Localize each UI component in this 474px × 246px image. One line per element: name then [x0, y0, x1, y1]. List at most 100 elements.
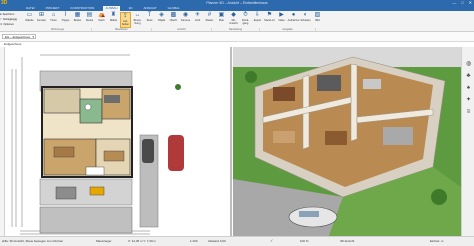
car-dark — [142, 139, 154, 163]
car-red — [168, 135, 184, 171]
room-bath — [79, 98, 103, 124]
ribbon-icon: ◉ — [182, 12, 189, 18]
vertical-ruler — [0, 47, 5, 236]
ribbon-button-label: Boden — [73, 19, 82, 22]
ribbon-button-label: 3D-Ansicht — [229, 19, 238, 25]
ribbon-button-raster[interactable]: # Raster — [204, 12, 215, 28]
ribbon-button-fenster[interactable]: ⊞ Fenster — [36, 12, 47, 28]
layers-icon[interactable]: ≡ — [465, 109, 472, 116]
ribbon-icon: ⛺ — [98, 12, 106, 18]
quick-options-label: Optionen — [3, 23, 14, 26]
ribbon-button-3d-ansicht[interactable]: ◆ 3D-Ansicht — [228, 12, 239, 28]
ribbon-button-label: Stand-ort — [264, 19, 275, 22]
ribbon-button-rund-gang[interactable]: ⥁ Rund-gang — [240, 12, 251, 28]
ribbon-button-label: Bema-ßung — [133, 19, 142, 25]
terrace-bottom — [39, 178, 133, 206]
car-window — [299, 211, 319, 217]
ribbon-icon: ⥁ — [243, 12, 248, 18]
check-icon[interactable]: ✓ — [270, 238, 273, 243]
ribbon-button-label: Licht — [194, 19, 201, 22]
status-bar: Hilfe: 3D Ansicht, Maus bewegen zum Dreh… — [0, 236, 474, 246]
floor-select[interactable]: EG – Erdgeschoss ▾ — [2, 34, 36, 39]
ribbon-button-bild[interactable]: ▨ Bild — [312, 12, 323, 28]
ribbon-button-kamera[interactable]: ◉ Kamera — [180, 12, 191, 28]
ribbon-button-möbel[interactable]: ♜ Möbel — [108, 12, 119, 28]
ribbon-icon: ▤ — [86, 12, 93, 18]
ribbon-icon: ◈ — [159, 12, 164, 18]
ribbon-button-label: Objekt — [157, 19, 166, 22]
kitchen-3d — [273, 87, 295, 101]
ribbon-button-plan[interactable]: ▣ Plan — [216, 12, 227, 28]
ribbon-button-objekt[interactable]: ◈ Objekt — [156, 12, 167, 28]
quick-options[interactable]: ⚙ Optionen — [0, 22, 22, 27]
ribbon-button-label: Wände — [25, 19, 34, 22]
status-zoom[interactable]: 100 % — [300, 239, 309, 243]
ribbon-button-licht[interactable]: ☀ Licht — [192, 12, 203, 28]
ribbon-button-wände[interactable]: ▭ Wände — [24, 12, 35, 28]
ribbon-button-label: Fenster — [37, 19, 46, 22]
ribbon-button-label: Auf-heben — [121, 20, 130, 26]
floor-plan-drawing — [11, 54, 184, 235]
ribbon-icon: ♜ — [110, 12, 117, 18]
ribbon-button-texte[interactable]: T Texte — [144, 12, 155, 28]
3d-view[interactable] — [233, 47, 461, 236]
ribbon-button-decke[interactable]: ▤ Decke — [84, 12, 95, 28]
chevron-down-icon: ▾ — [32, 35, 34, 39]
driveway-plan — [39, 206, 133, 234]
ribbon-button-treppe[interactable]: ⌇ Treppe — [60, 12, 71, 28]
ribbon-button-stand-ort[interactable]: ⚑ Stand-ort — [264, 12, 275, 28]
quick-access: ■ Speichern ↶ Rückgängig ⚙ Optionen — [0, 12, 22, 28]
ribbon-icon: ▦ — [74, 12, 81, 18]
ribbon-icon: ◐ — [303, 12, 308, 18]
ribbon-button-bema-ßung[interactable]: ↔ Bema-ßung — [132, 12, 143, 28]
tree-icon[interactable]: ♣ — [465, 73, 472, 80]
tree — [175, 84, 181, 90]
ribbon-icon: ⌂ — [51, 12, 56, 18]
status-measure: Abstand 0,00 — [208, 239, 226, 243]
ribbon-button-video[interactable]: ▶ Video — [276, 12, 287, 28]
ribbon-button-label: Treppe — [61, 19, 70, 22]
ribbon-button-label: Schatten — [300, 19, 311, 22]
sofa-3d — [317, 75, 341, 91]
ribbon-icon: ⌇ — [64, 12, 67, 18]
globe-icon[interactable]: ◍ — [465, 61, 472, 68]
ribbon-icon: ▶ — [279, 12, 284, 18]
floor-toolbar: EG – Erdgeschoss ▾ — [0, 32, 474, 42]
bath-3d — [363, 79, 381, 89]
ribbon-button-label: Decke — [85, 19, 94, 22]
lamp-icon[interactable]: ✦ — [465, 97, 472, 104]
status-coords: X: 12,45 m Y: 7,30 m — [128, 239, 156, 243]
quick-save-label: Speichern — [2, 13, 15, 16]
ribbon-button-label: Türen — [50, 19, 57, 22]
ribbon-button-dach[interactable]: ⛺ Dach — [96, 12, 107, 28]
bush — [431, 189, 447, 205]
ribbon-icon: ▭ — [26, 12, 33, 18]
status-scale[interactable]: 1:100 — [190, 239, 198, 243]
floor-plan-view[interactable] — [0, 47, 232, 236]
status-unit: Einheit: m — [430, 239, 444, 243]
lounger — [89, 186, 105, 196]
chair-icon[interactable]: ♠ — [465, 85, 472, 92]
ribbon-button-auf-heben[interactable]: ⇪ Auf-heben — [120, 12, 131, 28]
cabinet — [103, 150, 125, 162]
ribbon-button-label: Bild — [315, 19, 320, 22]
ribbon-button-boden[interactable]: ▦ Boden — [72, 12, 83, 28]
ribbon-icon: ⇪ — [122, 13, 129, 19]
washbasin — [84, 103, 92, 111]
ribbon-button-oberfl-[interactable]: ▩ Oberfl. — [168, 12, 179, 28]
status-help: Hilfe: 3D Ansicht, Maus bewegen zum Dreh… — [2, 239, 64, 243]
bush-left — [245, 71, 257, 83]
status-tool: Mauszeiger — [96, 239, 112, 243]
ribbon-icon: T — [147, 12, 152, 18]
ribbon-button-türen[interactable]: ⌂ Türen — [48, 12, 59, 28]
quick-undo-label: Rückgängig — [3, 18, 17, 21]
ribbon-button-aufnahme[interactable]: ● Aufnahme — [288, 12, 300, 28]
ribbon-button-label: Plan — [218, 19, 225, 22]
ribbon-button-schatten[interactable]: ◐ Schatten — [300, 12, 311, 28]
3d-render — [233, 47, 461, 236]
stairs — [85, 166, 105, 176]
ribbon-button-export[interactable]: ⇩ Export — [252, 12, 263, 28]
ribbon-icon: ⊞ — [38, 12, 45, 18]
ribbon-icon: ↔ — [134, 12, 141, 18]
room-living — [101, 88, 131, 120]
